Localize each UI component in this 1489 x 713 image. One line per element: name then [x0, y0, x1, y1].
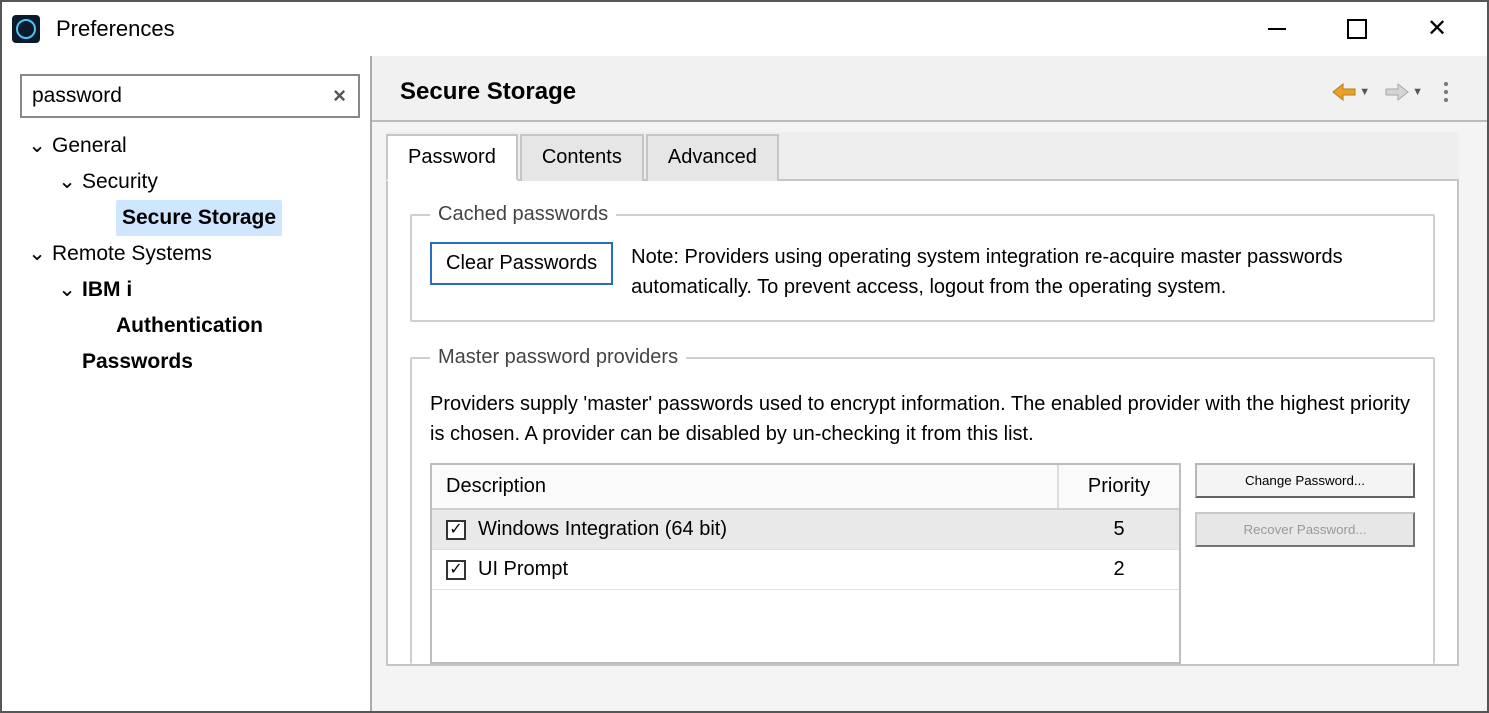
provider-label: UI Prompt	[478, 558, 568, 581]
group-legend: Cached passwords	[430, 203, 616, 226]
provider-label: Windows Integration (64 bit)	[478, 518, 727, 541]
window-title: Preferences	[56, 16, 175, 42]
window-close-button[interactable]: ✕	[1421, 13, 1453, 45]
titlebar: Preferences ✕	[2, 2, 1487, 56]
dropdown-caret-icon: ▼	[1359, 86, 1370, 98]
master-password-providers-group: Master password providers Providers supp…	[410, 346, 1435, 664]
filter-box: ×	[20, 74, 360, 118]
tree-item-ibm-i[interactable]: ⌄ IBM i	[20, 272, 360, 308]
recover-password-button: Recover Password...	[1195, 512, 1415, 547]
cached-note: Note: Providers using operating system i…	[631, 242, 1415, 302]
chevron-down-icon: ⌄	[58, 164, 76, 200]
app-icon	[12, 15, 40, 43]
filter-input[interactable]	[30, 83, 329, 109]
arrow-left-icon	[1331, 82, 1357, 102]
preferences-sidebar: × ⌄ General ⌄ Security Secure Storage ⌄ …	[2, 56, 372, 711]
window-maximize-button[interactable]	[1341, 13, 1373, 45]
preferences-page: Secure Storage ▼ ▼	[372, 56, 1487, 711]
provider-checkbox[interactable]	[446, 560, 466, 580]
tree-item-secure-storage[interactable]: Secure Storage	[20, 200, 360, 236]
tab-contents[interactable]: Contents	[520, 134, 644, 181]
preferences-tree: ⌄ General ⌄ Security Secure Storage ⌄ Re…	[20, 128, 360, 380]
provider-row[interactable]: UI Prompt 2	[432, 550, 1179, 590]
tab-advanced[interactable]: Advanced	[646, 134, 779, 181]
chevron-down-icon: ⌄	[28, 236, 46, 272]
cached-passwords-group: Cached passwords Clear Passwords Note: P…	[410, 203, 1435, 322]
tabs: Password Contents Advanced	[386, 132, 1459, 181]
tree-item-remote-systems[interactable]: ⌄ Remote Systems	[20, 236, 360, 272]
tree-item-security[interactable]: ⌄ Security	[20, 164, 360, 200]
dropdown-caret-icon: ▼	[1412, 86, 1423, 98]
provider-checkbox[interactable]	[446, 520, 466, 540]
column-header-description[interactable]: Description	[432, 465, 1059, 508]
window-minimize-button[interactable]	[1261, 13, 1293, 45]
tree-item-authentication[interactable]: Authentication	[20, 308, 360, 344]
provider-row[interactable]: Windows Integration (64 bit) 5	[432, 510, 1179, 550]
provider-priority: 5	[1059, 510, 1179, 549]
table-empty-area	[432, 590, 1179, 662]
group-legend: Master password providers	[430, 346, 686, 369]
chevron-down-icon: ⌄	[28, 128, 46, 164]
clear-filter-icon[interactable]: ×	[329, 83, 350, 109]
tab-password[interactable]: Password	[386, 134, 518, 181]
kebab-icon	[1437, 82, 1455, 102]
chevron-down-icon: ⌄	[58, 272, 76, 308]
providers-table: Description Priority Windows Integration…	[430, 463, 1181, 664]
tree-item-general[interactable]: ⌄ General	[20, 128, 360, 164]
column-header-priority[interactable]: Priority	[1059, 465, 1179, 508]
view-menu-button[interactable]	[1433, 80, 1459, 104]
clear-passwords-button[interactable]: Clear Passwords	[430, 242, 613, 285]
provider-priority: 2	[1059, 550, 1179, 589]
providers-description: Providers supply 'master' passwords used…	[430, 389, 1415, 449]
tab-panel-password: Cached passwords Clear Passwords Note: P…	[386, 181, 1459, 666]
arrow-right-icon	[1384, 82, 1410, 102]
forward-button[interactable]: ▼	[1380, 80, 1427, 104]
page-title: Secure Storage	[400, 78, 576, 106]
change-password-button[interactable]: Change Password...	[1195, 463, 1415, 498]
tree-item-passwords[interactable]: Passwords	[20, 344, 360, 380]
back-button[interactable]: ▼	[1327, 80, 1374, 104]
